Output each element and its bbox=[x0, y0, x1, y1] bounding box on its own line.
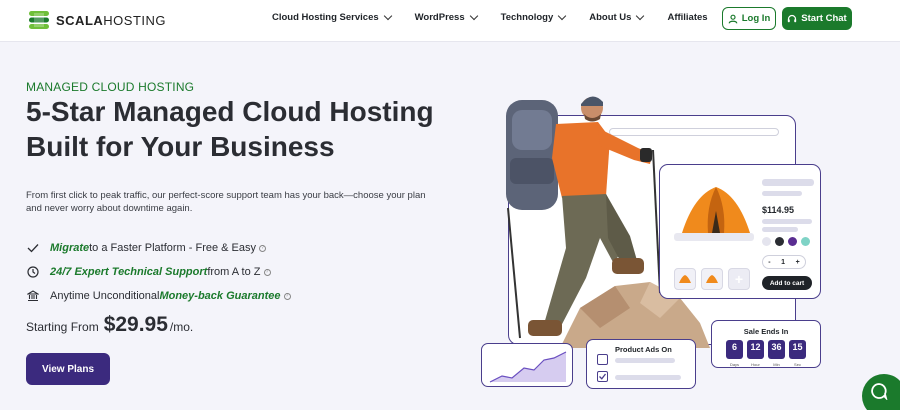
product-price: $114.95 bbox=[762, 205, 795, 215]
scalahosting-logo[interactable]: SCALAHOSTING bbox=[28, 9, 166, 31]
skeleton-line bbox=[615, 358, 675, 363]
product-thumbnails: + bbox=[674, 268, 750, 290]
check-icon bbox=[599, 373, 607, 380]
countdown-minutes: 36 Min bbox=[768, 340, 785, 367]
countdown-seconds: 15 Sec bbox=[789, 340, 806, 367]
skeleton-line bbox=[762, 191, 802, 196]
product-thumbnail[interactable] bbox=[674, 268, 696, 290]
chat-bubble-icon bbox=[871, 383, 888, 400]
logo-text: SCALAHOSTING bbox=[56, 12, 167, 28]
feature-migrate: Migrate to a Faster Platform - Free & Ea… bbox=[26, 236, 291, 260]
help-icon[interactable]: ? bbox=[263, 268, 271, 276]
bank-icon bbox=[26, 290, 39, 303]
add-image-icon[interactable]: + bbox=[728, 268, 750, 290]
chat-widget-button[interactable] bbox=[862, 374, 900, 410]
help-icon[interactable]: ? bbox=[283, 292, 291, 300]
color-swatch[interactable] bbox=[788, 237, 797, 246]
color-swatch[interactable] bbox=[762, 237, 771, 246]
chevron-down-icon bbox=[469, 11, 478, 21]
analytics-chart-card bbox=[481, 343, 573, 387]
feature-support: 24/7 Expert Technical Support from A to … bbox=[26, 260, 291, 284]
chevron-down-icon bbox=[557, 11, 567, 21]
chevron-down-icon bbox=[636, 11, 645, 21]
growth-chart-icon bbox=[489, 351, 567, 383]
feature-money-back: Anytime Unconditional Money-back Guarant… bbox=[26, 284, 291, 308]
nav-cloud-hosting-services[interactable]: Cloud Hosting Services bbox=[272, 11, 392, 23]
color-swatch[interactable] bbox=[775, 237, 784, 246]
hero-eyebrow: MANAGED CLOUD HOSTING bbox=[26, 80, 195, 94]
add-to-cart-button[interactable]: Add to cart bbox=[762, 276, 812, 290]
skeleton-line bbox=[762, 179, 814, 186]
color-swatch[interactable] bbox=[801, 237, 810, 246]
skeleton-line bbox=[615, 375, 681, 380]
hiker-illustration bbox=[506, 96, 661, 339]
view-plans-button[interactable]: View Plans bbox=[26, 353, 110, 385]
color-swatches bbox=[762, 237, 810, 246]
site-header: SCALAHOSTING Cloud Hosting Services Word… bbox=[0, 0, 900, 42]
logo-mark-icon bbox=[29, 11, 49, 29]
hero-description: From first click to peak traffic, our pe… bbox=[26, 190, 426, 214]
countdown-days: 6 Days bbox=[726, 340, 743, 367]
nav-technology[interactable]: Technology bbox=[501, 11, 567, 23]
product-ads-card: Product Ads On bbox=[586, 339, 696, 389]
chevron-down-icon bbox=[383, 11, 392, 21]
skeleton-line bbox=[762, 227, 798, 232]
starting-price: Starting From $29.95 /mo. bbox=[26, 313, 194, 336]
nav-affiliates[interactable]: Affiliates bbox=[667, 12, 707, 23]
check-icon bbox=[26, 242, 39, 255]
feature-list: Migrate to a Faster Platform - Free & Ea… bbox=[26, 236, 291, 308]
user-icon bbox=[728, 14, 738, 24]
clock-icon bbox=[26, 266, 39, 279]
hero-headline: 5-Star Managed Cloud Hosting Built for Y… bbox=[26, 96, 434, 162]
help-icon[interactable]: ? bbox=[259, 244, 267, 252]
start-chat-button[interactable]: Start Chat bbox=[782, 7, 852, 30]
product-card: $114.95 - 1 + Add to cart + bbox=[659, 164, 821, 299]
headset-icon bbox=[788, 14, 797, 22]
nav-wordpress[interactable]: WordPress bbox=[415, 11, 478, 23]
sale-countdown-card: Sale Ends In 6 Days 12 Hour 36 Min 15 Sec bbox=[711, 320, 821, 368]
quantity-stepper[interactable]: - 1 + bbox=[762, 255, 806, 269]
nav-about-us[interactable]: About Us bbox=[589, 11, 645, 23]
login-button[interactable]: Log In bbox=[722, 7, 776, 30]
skeleton-line bbox=[762, 219, 812, 224]
checkbox[interactable] bbox=[597, 354, 608, 365]
tent-image bbox=[674, 187, 754, 241]
main-nav: Cloud Hosting Services WordPress Technol… bbox=[272, 11, 732, 23]
countdown-hours: 12 Hour bbox=[747, 340, 764, 367]
countdown-timer: 6 Days 12 Hour 36 Min 15 Sec bbox=[726, 340, 806, 367]
checkbox-checked[interactable] bbox=[597, 371, 608, 382]
product-thumbnail[interactable] bbox=[701, 268, 723, 290]
